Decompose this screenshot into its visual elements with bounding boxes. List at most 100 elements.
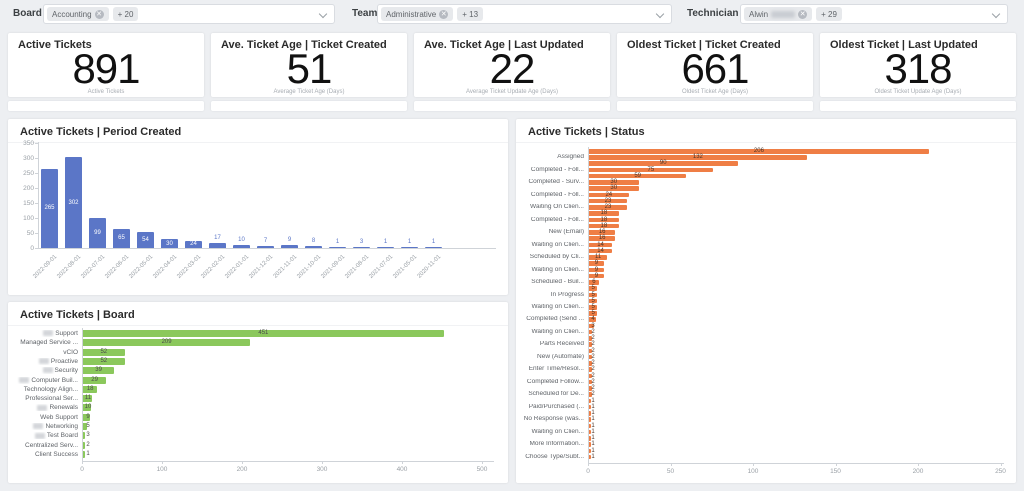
bar[interactable]: [209, 243, 226, 248]
bar[interactable]: [401, 247, 418, 248]
panel-title: Active Tickets | Status: [516, 119, 1016, 143]
chip-remove-icon[interactable]: ✕: [95, 10, 104, 19]
bar-value-label: 5: [591, 285, 594, 291]
bar[interactable]: [257, 246, 274, 248]
x-category-label: 2022-02-01: [200, 254, 226, 280]
chevron-down-icon[interactable]: [656, 10, 664, 18]
kpi-footer-strip: [617, 101, 813, 111]
bar-value-label: 3: [86, 432, 89, 439]
category-label: Completed - Foll...: [518, 217, 584, 224]
x-tick: [82, 461, 83, 464]
category-label: Scheduled by Cli...: [518, 254, 584, 261]
bar-value-label: 23: [605, 198, 612, 204]
bar-value-label: 99: [94, 230, 101, 236]
x-category-label: 2022-06-01: [104, 254, 130, 280]
bar-value-label: 65: [118, 235, 125, 241]
bar[interactable]: [353, 247, 370, 248]
technician-filter-select[interactable]: Alwin✕ + 29: [740, 4, 1008, 24]
x-category-label: 2021-05-01: [392, 254, 418, 280]
technician-filter-label: Technician: [687, 8, 739, 19]
x-tick: [753, 463, 754, 466]
category-label: More Information...: [518, 441, 584, 448]
board-chip[interactable]: Accounting✕: [47, 7, 109, 21]
bar[interactable]: [377, 247, 394, 248]
chip-remove-icon[interactable]: ✕: [798, 10, 807, 19]
bar-value-label: 2: [591, 329, 594, 335]
board-filter-select[interactable]: Accounting✕ + 20: [43, 4, 335, 24]
bar[interactable]: [281, 245, 298, 248]
bar-value-label: 1: [336, 239, 339, 245]
bar-value-label: 1: [591, 398, 594, 404]
panel-title: Active Tickets | Board: [8, 302, 508, 326]
category-label: In Progress: [518, 292, 584, 299]
bar-value-label: 16: [599, 235, 606, 241]
x-category-label: 2022-08-01: [56, 254, 82, 280]
chevron-down-icon[interactable]: [992, 10, 1000, 18]
category-label: Completed (Send ...: [518, 316, 584, 323]
bar[interactable]: [83, 451, 85, 458]
redacted-prefix: [33, 423, 43, 429]
category-label: Waiting on Clien...: [518, 429, 584, 436]
team-chip[interactable]: Administrative✕: [381, 7, 453, 21]
kpi-card-active-tickets: Active Tickets 891 Active Tickets: [8, 33, 204, 111]
bar[interactable]: [425, 247, 442, 248]
x-category-label: 2021-08-01: [344, 254, 370, 280]
bar-value-label: 24: [190, 241, 197, 247]
kpi-value: 22: [414, 45, 610, 93]
bar-value-label: 7: [264, 238, 267, 244]
redacted-name: [771, 11, 795, 18]
y-tick-label: 350: [14, 140, 34, 147]
bar[interactable]: [83, 432, 85, 439]
technician-chip[interactable]: Alwin✕: [744, 7, 812, 21]
kpi-row: Active Tickets 891 Active Tickets Ave. T…: [8, 33, 1016, 111]
bar-value-label: 1: [86, 451, 89, 458]
x-axis: [36, 248, 496, 249]
y-tick-label: 200: [14, 185, 34, 192]
technician-more-chip[interactable]: + 29: [816, 7, 842, 21]
chip-remove-icon[interactable]: ✕: [439, 10, 448, 19]
category-label: Test Board: [10, 432, 78, 439]
x-category-label: 2022-03-01: [176, 254, 202, 280]
bar-value-label: 11: [595, 254, 601, 260]
kpi-subtitle: Oldest Ticket Update Age (Days): [820, 89, 1016, 95]
redacted-prefix: [39, 358, 49, 364]
bar-value-label: 209: [162, 339, 172, 346]
x-tick: [836, 463, 837, 466]
bar[interactable]: [233, 245, 250, 248]
category-label: No Response (was...: [518, 416, 584, 423]
category-label: Enter Time/Resol...: [518, 366, 584, 373]
category-label: Professional Ser...: [10, 395, 78, 402]
bar-value-label: 1: [591, 416, 594, 422]
x-category-label: 2021-10-01: [296, 254, 322, 280]
bar-value-label: 14: [597, 248, 604, 254]
bar-value-label: 2: [591, 391, 594, 397]
bar-value-label: 2: [591, 379, 594, 385]
y-tick: [35, 158, 38, 159]
category-label: Waiting on Clien...: [518, 304, 584, 311]
x-tick: [402, 461, 403, 464]
category-label: Completed - Foll...: [518, 192, 584, 199]
bar-value-label: 9: [86, 414, 89, 421]
y-tick: [35, 233, 38, 234]
bar[interactable]: [329, 247, 346, 248]
team-more-chip[interactable]: + 13: [457, 7, 483, 21]
bar[interactable]: [305, 246, 322, 248]
y-tick-label: 300: [14, 155, 34, 162]
bar-value-label: 54: [142, 237, 149, 243]
x-tick-label: 300: [317, 466, 328, 473]
bar[interactable]: [83, 442, 85, 449]
category-label: Completed Follow...: [518, 379, 584, 386]
category-label: Scheduled - Buil...: [518, 279, 584, 286]
bar-value-label: 451: [258, 330, 268, 337]
bar-value-label: 1: [591, 410, 594, 416]
category-label: Web Support: [10, 414, 78, 421]
category-label: Centralized Serv...: [10, 442, 78, 449]
x-axis: [82, 461, 494, 462]
board-more-chip[interactable]: + 20: [113, 7, 139, 21]
team-filter-select[interactable]: Administrative✕ + 13: [377, 4, 672, 24]
category-label: Managed Service ...: [10, 339, 78, 346]
bar-value-label: 132: [693, 154, 703, 160]
x-category-label: 2022-05-01: [128, 254, 154, 280]
x-category-label: 2022-01-01: [224, 254, 250, 280]
chevron-down-icon[interactable]: [319, 10, 327, 18]
